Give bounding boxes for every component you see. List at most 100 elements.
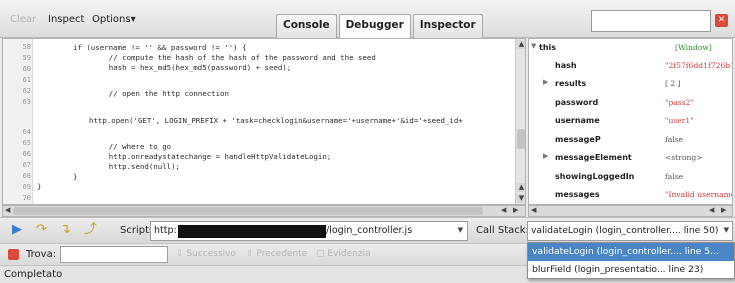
watch-value: false [665, 135, 684, 144]
watch-row[interactable]: ▼ this [Window] [529, 40, 732, 57]
scrollbar-thumb[interactable] [13, 207, 483, 215]
call-stack-item[interactable]: blurField (login_presentatio... line 23) [528, 261, 734, 279]
find-previous-button[interactable]: ⇧ Precedente [246, 249, 307, 259]
line-number: 60 [22, 65, 31, 73]
watch-row[interactable]: ▶ messageElement <strong> [529, 150, 732, 167]
code-horizontal-scrollbar[interactable]: ◀ ◀ ▶ [2, 205, 526, 217]
watch-name: messageElement [555, 153, 632, 162]
dropdown-arrow-icon[interactable]: ▼ [458, 226, 463, 234]
call-stack-select[interactable]: validateLogin (login_controller.... line… [527, 221, 733, 241]
watch-value: "user1" [665, 116, 694, 125]
code-line: // open the http connection [91, 89, 229, 98]
call-stack-item[interactable]: validateLogin (login_controller.... line… [528, 243, 734, 261]
watch-name: messageP [555, 135, 601, 144]
scroll-up-icon[interactable]: ▲ [517, 40, 525, 49]
watch-value: "pass2" [665, 98, 694, 107]
watch-name: results [555, 79, 587, 88]
watch-row[interactable]: messageP false [529, 132, 732, 149]
call-stack-value: validateLogin (login_controller.... line… [531, 225, 719, 236]
close-find-icon[interactable] [8, 249, 19, 260]
redacted-block [178, 225, 326, 238]
line-number: 61 [22, 76, 31, 84]
watch-value: <strong> [665, 153, 703, 162]
watch-horizontal-scrollbar[interactable]: ◀ ◀ ▶ [528, 205, 733, 217]
line-number: 65 [22, 139, 31, 147]
code-line: // where to go [91, 142, 172, 151]
inspect-button[interactable]: Inspect [48, 14, 84, 25]
line-number: 63 [22, 98, 31, 106]
scroll-left-icon[interactable]: ◀ [709, 206, 714, 214]
watch-row[interactable]: username "user1" [529, 113, 732, 130]
watch-value: false [665, 172, 684, 181]
watch-name: this [539, 43, 557, 52]
expand-triangle-icon[interactable]: ▶ [543, 78, 548, 86]
step-out-icon[interactable]: ⤴ [84, 223, 97, 237]
watch-value: "Invalid username [665, 190, 733, 199]
continue-icon[interactable]: ▶ [12, 223, 22, 237]
watch-row[interactable]: messages "Invalid username [529, 187, 732, 204]
line-number: 69 [22, 183, 31, 191]
watch-name: messages [555, 190, 600, 199]
scroll-left-icon[interactable]: ◀ [5, 206, 10, 214]
script-url-prefix: http: [154, 225, 177, 236]
code-line: http.open('GET', LOGIN_PREFIX + 'task=ch… [89, 116, 463, 125]
watch-name: username [555, 116, 600, 125]
find-next-label: Successivo [186, 249, 236, 259]
watch-name: hash [555, 61, 577, 70]
watch-row[interactable]: showingLoggedIn false [529, 169, 732, 186]
scripts-bar: ▶ ↷ ↴ ⤴ Scripts: http: /login_controller… [0, 217, 735, 243]
watch-row[interactable]: ▶ results [ 2 ] [529, 76, 732, 93]
scrollbar-thumb[interactable] [517, 129, 525, 149]
watch-value: [Window] [675, 43, 712, 52]
scroll-left-icon[interactable]: ◀ [501, 206, 506, 214]
scripts-select[interactable]: http: /login_controller.js ▼ [150, 221, 468, 241]
line-number: 67 [22, 161, 31, 169]
highlight-label: Evidenzia [327, 249, 371, 259]
watch-variables-panel[interactable]: ▼ this [Window] hash "2f57f6dd1f726b1e3 … [528, 38, 733, 205]
status-text: Completato [4, 269, 63, 280]
code-line: } [73, 172, 78, 181]
call-stack-label: Call Stack: [476, 225, 529, 236]
tab-debugger[interactable]: Debugger [338, 14, 411, 38]
watch-name: password [555, 98, 599, 107]
watch-row[interactable]: password "pass2" [529, 95, 732, 112]
clear-button[interactable]: Clear [10, 14, 36, 25]
watch-row[interactable]: hash "2f57f6dd1f726b1e3 [529, 58, 732, 75]
panel-tabs: Console Debugger Inspector [276, 14, 485, 38]
code-line: // compute the hash of the hash of the p… [91, 53, 376, 62]
watch-value: "2f57f6dd1f726b1e3 [665, 61, 732, 70]
scroll-up-icon[interactable]: ▲ [517, 183, 525, 192]
line-number: 58 [22, 43, 31, 51]
line-number: 62 [22, 87, 31, 95]
code-vertical-scrollbar[interactable]: ▲ ▲ ▼ [515, 39, 525, 204]
expand-triangle-icon[interactable]: ▶ [543, 152, 548, 160]
line-number: 59 [22, 54, 31, 62]
highlight-button[interactable]: ▢ Evidenzia [316, 249, 371, 259]
step-into-icon[interactable]: ↴ [60, 223, 71, 237]
search-input[interactable] [591, 10, 711, 32]
collapse-triangle-icon[interactable]: ▼ [531, 42, 536, 50]
source-code-panel[interactable]: 58 59 60 61 62 63 64 65 66 67 68 69 70 i… [2, 38, 526, 205]
code-line: if (username != '' && password != '') { [73, 43, 247, 52]
find-next-button[interactable]: ⇩ Successivo [176, 249, 236, 259]
line-number: 64 [22, 128, 31, 136]
tab-console[interactable]: Console [276, 14, 337, 38]
line-number: 70 [22, 194, 31, 202]
scroll-left-icon[interactable]: ◀ [531, 206, 536, 214]
call-stack-dropdown-menu[interactable]: validateLogin (login_controller.... line… [527, 242, 735, 279]
scroll-down-icon[interactable]: ▼ [517, 194, 525, 203]
tab-inspector[interactable]: Inspector [412, 14, 483, 38]
line-number-gutter: 58 59 60 61 62 63 64 65 66 67 68 69 70 [3, 39, 33, 204]
code-line: http.onreadystatechange = handleHttpVali… [91, 152, 332, 161]
find-input[interactable] [60, 246, 168, 263]
options-menu[interactable]: Options▾ [92, 14, 136, 25]
close-icon[interactable]: ✕ [715, 14, 728, 27]
step-over-icon[interactable]: ↷ [36, 223, 47, 237]
dropdown-arrow-icon[interactable]: ▼ [724, 226, 729, 234]
scroll-right-icon[interactable]: ▶ [721, 206, 726, 214]
debugger-toolbar: Clear Inspect Options▾ Console Debugger … [0, 0, 735, 38]
watch-name: showingLoggedIn [555, 172, 635, 181]
line-number: 68 [22, 172, 31, 180]
code-line: http.send(null); [91, 162, 180, 171]
scroll-right-icon[interactable]: ▶ [513, 206, 518, 214]
